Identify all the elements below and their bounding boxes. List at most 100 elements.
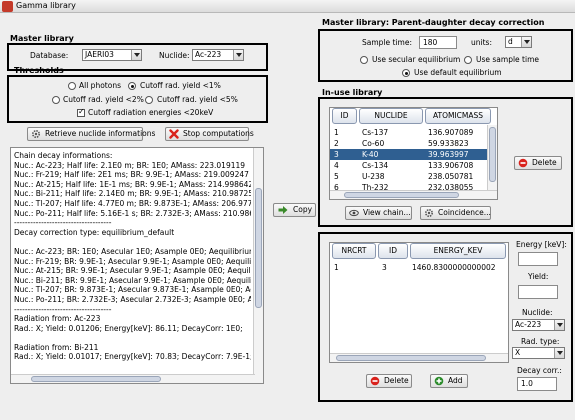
info-line: [14, 237, 251, 247]
column-header-nuclide[interactable]: NUCLIDE: [359, 108, 423, 124]
chevron-down-icon: [131, 50, 141, 60]
decay-corr-input[interactable]: 1.0: [517, 377, 557, 391]
scroll-thumb[interactable]: [31, 376, 161, 382]
column-header-rad-id[interactable]: ID: [378, 243, 408, 259]
units-value: d: [508, 37, 513, 46]
radio-sample-time[interactable]: [464, 56, 472, 64]
app-icon: [2, 1, 13, 12]
database-value: JAERI03: [85, 50, 114, 59]
info-line: Nuc.: At-215; Half life: 1E-1 ms; BR: 9.…: [14, 179, 251, 189]
inuse-table[interactable]: ID NUCLIDE ATOMICMASS 1 Cs-137 136.907089 2…: [329, 107, 498, 200]
table-cell: Co-60: [362, 139, 385, 148]
table-cell: 3: [382, 263, 387, 272]
scroll-thumb[interactable]: [489, 127, 496, 182]
rad-type-label: Rad. type:: [521, 337, 560, 346]
radiation-add-button[interactable]: Add: [430, 374, 468, 388]
chain-info-textarea[interactable]: Chain decay informations: Nuc.: Ac-223; H…: [10, 147, 264, 384]
table-cell: 59.933823: [428, 139, 469, 148]
inuse-vertical-scrollbar[interactable]: [487, 125, 497, 190]
window-title: Gamma library: [16, 1, 76, 10]
inuse-horizontal-scrollbar[interactable]: [330, 190, 497, 199]
info-line: Nuc.: Ac-223; Half life: 2.1E0 m; BR: 1E…: [14, 160, 246, 170]
table-row[interactable]: 1 Cs-137 136.907089: [330, 127, 488, 138]
table-cell: 1460.8300000000002: [412, 263, 496, 272]
radiation-delete-button[interactable]: Delete: [366, 374, 412, 388]
nuclide-select[interactable]: Ac-223: [192, 49, 244, 61]
info-line: Decay correction type: equilibrium_defau…: [14, 227, 175, 237]
decay-corr-label: Decay corr.:: [517, 366, 562, 375]
scroll-thumb[interactable]: [336, 355, 486, 361]
table-cell: 2: [334, 139, 339, 148]
info-line: Rad.: X; Yield: 0.01017; Energy[keV]: 70…: [14, 352, 251, 362]
chevron-down-icon: [233, 50, 243, 60]
table-row[interactable]: 3 K-40 39.963997: [330, 149, 488, 160]
radio-all-photons[interactable]: [68, 82, 76, 90]
column-header-id[interactable]: ID: [332, 108, 357, 124]
info-line: Nuc.: Fr-219; BR: 9.9E-1; Asecular 9.9E-…: [14, 256, 251, 266]
table-cell: 5: [334, 172, 339, 181]
column-header-energy[interactable]: ENERGY_KEV: [410, 243, 506, 259]
info-line: Chain decay informations:: [14, 151, 113, 160]
radio-cutoff-1-label: Cutoff rad. yield <1%: [140, 81, 221, 90]
stop-icon: [169, 129, 179, 139]
radio-cutoff-1[interactable]: [128, 82, 136, 90]
retrieve-nuclide-button[interactable]: Retrieve nuclide informations: [27, 127, 155, 141]
table-row[interactable]: 2 Co-60 59.933823: [330, 138, 488, 149]
radio-secular[interactable]: [360, 56, 368, 64]
cutoff-energy-checkbox[interactable]: [77, 107, 85, 117]
scroll-thumb[interactable]: [255, 188, 262, 308]
chevron-down-icon: [554, 348, 564, 358]
add-icon: [434, 376, 444, 386]
arrow-right-icon: [278, 206, 288, 214]
table-row[interactable]: 4 Cs-134 133.906708: [330, 160, 488, 171]
radiation-table[interactable]: NRCRT ID ENERGY_KEV 1 3 1460.8300000000002: [329, 242, 509, 363]
units-select[interactable]: d: [505, 36, 532, 48]
cutoff-energy-label: Cutoff radiation energies <20keV: [88, 108, 214, 117]
info-horizontal-scrollbar[interactable]: [11, 374, 255, 383]
table-row[interactable]: 1 3 1460.8300000000002: [330, 262, 508, 273]
units-label: units:: [471, 38, 492, 47]
info-line: Nuc.: Ac-223; BR: 1E0; Asecular 1E0; Asa…: [14, 246, 251, 256]
sample-time-input[interactable]: 180: [419, 36, 457, 49]
rad-nuclide-label: Nuclide:: [522, 308, 553, 317]
info-vertical-scrollbar[interactable]: [253, 148, 263, 383]
table-cell: Cs-137: [362, 128, 389, 137]
stop-computations-button[interactable]: Stop computations: [165, 127, 254, 141]
info-line: Nuc.: Po-211; BR: 2.732E-3; Asecular 2.7…: [14, 294, 251, 304]
radio-cutoff-5[interactable]: [145, 96, 153, 104]
delete-icon: [518, 158, 528, 168]
radiation-horizontal-scrollbar[interactable]: [330, 353, 508, 362]
info-line: Nuc.: At-215; BR: 9.9E-1; Asecular 9.9E-…: [14, 266, 251, 276]
scroll-thumb[interactable]: [344, 192, 459, 198]
energy-input[interactable]: [518, 252, 558, 266]
database-select[interactable]: JAERI03: [82, 49, 142, 61]
table-cell: 3: [334, 150, 339, 159]
yield-input[interactable]: [518, 285, 558, 299]
table-cell: 1: [334, 263, 339, 272]
yield-label: Yield:: [528, 272, 549, 281]
coincidence-button[interactable]: Coincidence...: [420, 206, 491, 220]
table-cell: U-238: [362, 172, 385, 181]
table-cell: 136.907089: [428, 128, 474, 137]
table-row[interactable]: 5 U-238 238.050781: [330, 171, 488, 182]
info-line: Nuc.: Po-211; Half life: 5.16E-1 s; BR: …: [14, 208, 251, 218]
info-line: ------------------------------------: [14, 304, 112, 314]
column-header-atomicmass[interactable]: ATOMICMASS: [425, 108, 491, 124]
radio-all-photons-label: All photons: [79, 81, 121, 90]
table-cell: 39.963997: [428, 150, 469, 159]
radio-cutoff-2-label: Cutoff rad. yield <2%: [63, 95, 144, 104]
copy-button[interactable]: Copy: [273, 203, 316, 217]
chevron-down-icon: [554, 320, 564, 330]
radio-cutoff-2[interactable]: [52, 96, 60, 104]
table-cell: 1: [334, 128, 339, 137]
view-chain-button[interactable]: View chain...: [345, 206, 412, 220]
radio-default-equilibrium[interactable]: [402, 69, 410, 77]
table-cell: Cs-134: [362, 161, 389, 170]
info-line: Nuc.: Tl-207; Half life: 4.77E0 m; BR: 9…: [14, 198, 251, 208]
info-line: Nuc.: Bi-211; BR: 9.9E-1; Asecular 9.9E-…: [14, 275, 251, 285]
column-header-nrcrt[interactable]: NRCRT: [332, 243, 376, 259]
inuse-delete-button[interactable]: Delete: [514, 156, 562, 170]
rad-nuclide-select[interactable]: Ac-223: [512, 319, 565, 331]
rad-type-select[interactable]: X: [512, 347, 565, 359]
info-line: Nuc.: Fr-219; Half life: 2E1 ms; BR: 9.9…: [14, 170, 249, 180]
